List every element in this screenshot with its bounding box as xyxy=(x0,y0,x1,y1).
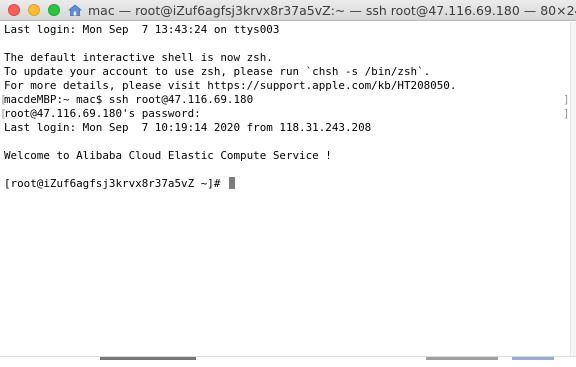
close-button[interactable] xyxy=(8,4,20,16)
minimize-button[interactable] xyxy=(28,4,40,16)
terminal-line: Welcome to Alibaba Cloud Elastic Compute… xyxy=(4,149,332,162)
terminal-line: For more details, please visit https://s… xyxy=(4,79,457,92)
prompt-line: [root@iZuf6agfsj3krvx8r37a5vZ ~]# xyxy=(4,177,235,191)
terminal-output[interactable]: Last login: Mon Sep 7 13:43:24 on ttys00… xyxy=(0,22,570,356)
terminal-window: mac — root@iZuf6agfsj3krvx8r37a5vZ:~ — s… xyxy=(0,0,576,367)
mark-bracket-left: [ xyxy=(0,93,7,106)
scrollbar[interactable] xyxy=(570,22,576,356)
background-text xyxy=(100,357,196,363)
terminal-line: The default interactive shell is now zsh… xyxy=(4,51,273,64)
mark-bracket-right: ] xyxy=(563,107,570,120)
zoom-button[interactable] xyxy=(48,4,60,16)
background-window-strip xyxy=(0,356,576,367)
background-text xyxy=(426,357,498,363)
background-link xyxy=(512,357,554,363)
title-bar[interactable]: mac — root@iZuf6agfsj3krvx8r37a5vZ:~ — s… xyxy=(0,0,576,21)
terminal-line: Last login: Mon Sep 7 10:19:14 2020 from… xyxy=(4,121,372,134)
terminal-line: root@47.116.69.180's password: xyxy=(4,107,201,120)
terminal-line: Last login: Mon Sep 7 13:43:24 on ttys00… xyxy=(4,23,280,36)
terminal-line: To update your account to use zsh, pleas… xyxy=(4,65,431,78)
text-cursor xyxy=(228,177,235,189)
shell-prompt: [root@iZuf6agfsj3krvx8r37a5vZ ~]# xyxy=(4,177,227,190)
mark-bracket-right: ] xyxy=(563,93,570,106)
mark-bracket-left: [ xyxy=(0,107,7,120)
house-icon xyxy=(68,4,82,16)
terminal-line: macdeMBP:~ mac$ ssh root@47.116.69.180 xyxy=(4,93,254,106)
window-title: mac — root@iZuf6agfsj3krvx8r37a5vZ:~ — s… xyxy=(88,3,576,18)
